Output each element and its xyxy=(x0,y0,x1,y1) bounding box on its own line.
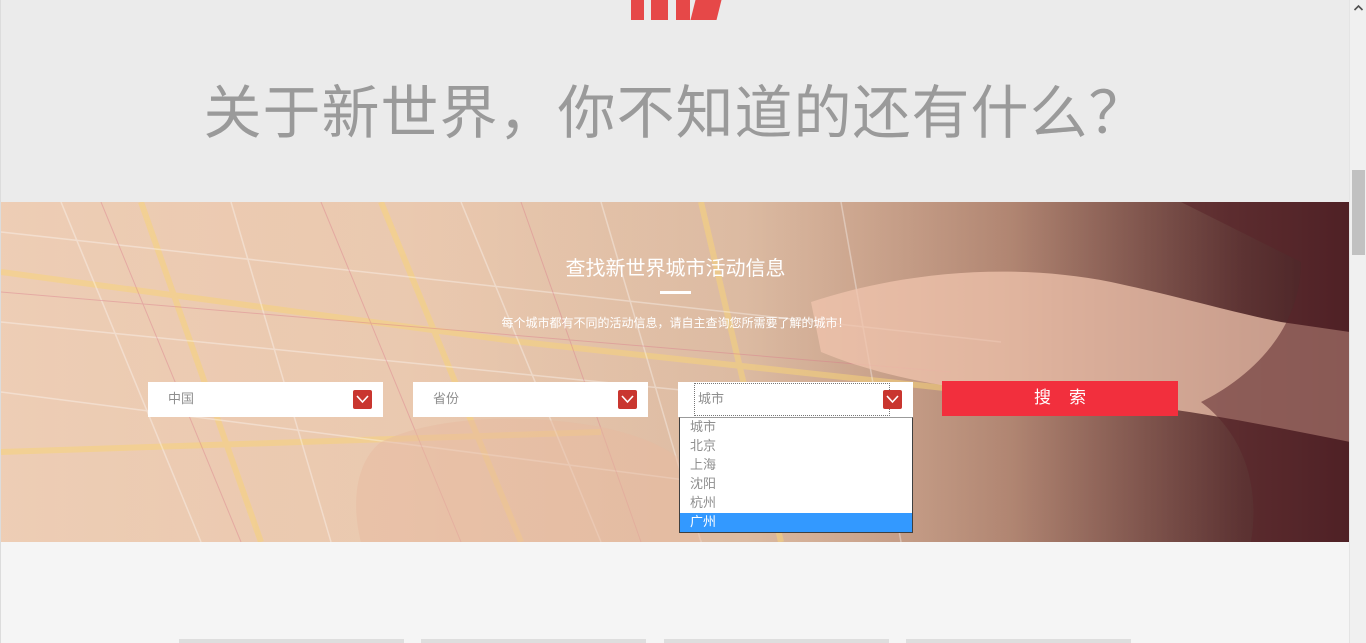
card-top-edge xyxy=(179,639,404,643)
city-option[interactable]: 城市 xyxy=(680,418,912,437)
chevron-down-icon[interactable] xyxy=(883,390,902,409)
page-headline: 关于新世界，你不知道的还有什么？ xyxy=(203,79,1148,147)
title-divider xyxy=(660,291,691,294)
scroll-up-arrow-icon[interactable] xyxy=(1350,0,1366,17)
hero-subtitle: 每个城市都有不同的活动信息，请自主查询您所需要了解的城市！ xyxy=(501,316,850,330)
page: 关于新世界，你不知道的还有什么？ 查找新世界城市活动信息 每个城市都有不同的活动… xyxy=(0,0,1349,643)
card-top-edge xyxy=(421,639,646,643)
city-option-highlighted[interactable]: 广州 xyxy=(680,513,912,532)
city-select[interactable]: 城市 xyxy=(678,382,913,417)
city-option[interactable]: 上海 xyxy=(680,456,912,475)
city-option[interactable]: 沈阳 xyxy=(680,475,912,494)
province-select-value: 省份 xyxy=(433,392,460,407)
card-top-edge xyxy=(664,639,889,643)
hero-title: 查找新世界城市活动信息 xyxy=(565,256,786,280)
chevron-down-icon[interactable] xyxy=(353,390,372,409)
city-option[interactable]: 北京 xyxy=(680,437,912,456)
city-dropdown-list: 城市 北京 上海 沈阳 杭州 广州 xyxy=(679,417,913,533)
chevron-down-icon[interactable] xyxy=(618,390,637,409)
map-background-image xyxy=(1,202,1349,542)
scrollbar-thumb[interactable] xyxy=(1352,170,1365,255)
country-select[interactable]: 中国 xyxy=(148,382,383,417)
search-button[interactable]: 搜索 xyxy=(942,381,1178,416)
content-section xyxy=(1,542,1349,643)
brand-logo-mark xyxy=(629,0,723,21)
hero-search-banner: 查找新世界城市活动信息 每个城市都有不同的活动信息，请自主查询您所需要了解的城市… xyxy=(1,202,1349,542)
city-option[interactable]: 杭州 xyxy=(680,494,912,513)
vertical-scrollbar[interactable] xyxy=(1349,0,1366,643)
country-select-value: 中国 xyxy=(168,392,195,407)
card-top-edge xyxy=(906,639,1131,643)
city-select-value: 城市 xyxy=(698,392,725,407)
province-select[interactable]: 省份 xyxy=(413,382,648,417)
